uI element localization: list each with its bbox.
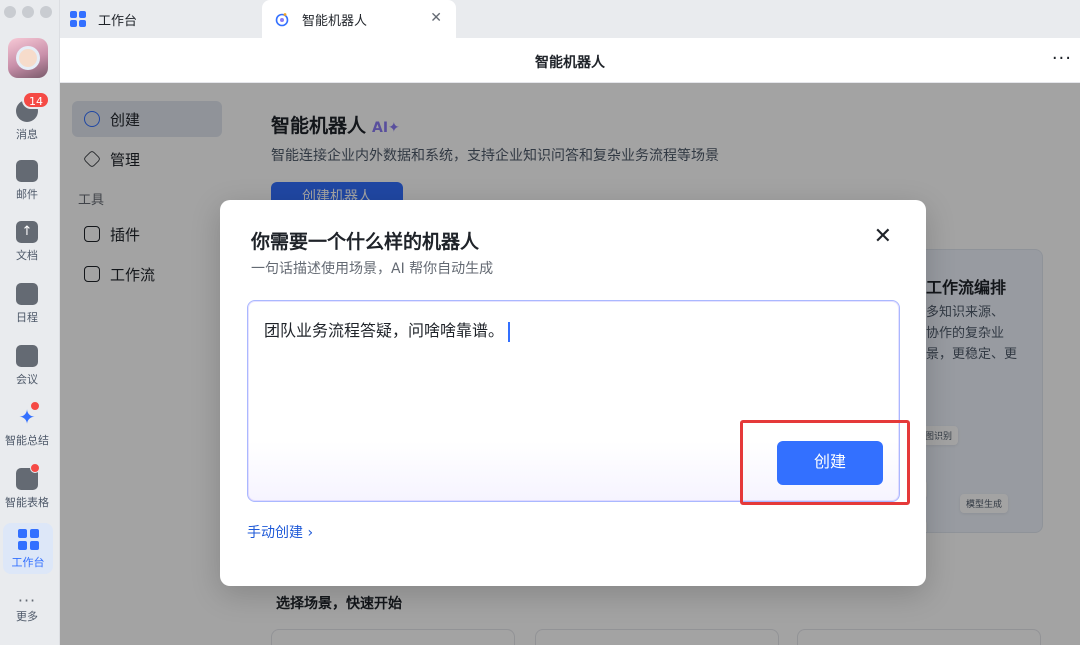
calendar-icon <box>16 283 38 305</box>
rail-item-mail[interactable]: 邮件 <box>0 160 54 202</box>
page-header: 智能机器人 ··· <box>60 38 1080 83</box>
workbench-icon <box>17 529 39 550</box>
rail-label: 智能总结 <box>5 434 49 447</box>
mail-icon <box>16 160 38 182</box>
rail-item-smart-summary[interactable]: ✦ 智能总结 <box>0 406 54 448</box>
close-icon[interactable]: ✕ <box>874 226 892 248</box>
notification-dot <box>30 401 40 411</box>
rail-item-calendar[interactable]: 日程 <box>0 283 54 325</box>
rail-item-workbench[interactable]: 工作台 <box>3 523 53 574</box>
maximize-window-dot[interactable] <box>40 6 52 18</box>
notification-dot <box>30 463 40 473</box>
dialog-title: 你需要一个什么样的机器人 <box>251 231 480 253</box>
prompt-text[interactable]: 团队业务流程答疑，问啥啥靠谱。 <box>264 317 511 342</box>
left-rail: 消息 14 邮件 ↑ 文档 日程 会议 ✦ 智能总结 智能表格 工作台 ··· … <box>0 0 60 645</box>
rail-label: 更多 <box>16 610 38 623</box>
close-tab-icon[interactable]: ✕ <box>430 10 442 26</box>
rail-label: 邮件 <box>16 188 38 201</box>
dialog-subtitle: 一句话描述使用场景，AI 帮你自动生成 <box>251 261 494 277</box>
tab-smart-robot[interactable]: 智能机器人 ✕ <box>262 0 456 38</box>
minimize-window-dot[interactable] <box>22 6 34 18</box>
workbench-icon <box>70 11 86 27</box>
rail-label: 消息 <box>16 128 38 141</box>
create-button[interactable]: 创建 <box>777 441 883 485</box>
tab-bar: 工作台 智能机器人 ✕ <box>60 0 1080 38</box>
tab-label: 智能机器人 <box>302 13 368 29</box>
rail-label: 工作台 <box>11 556 45 569</box>
tab-label: 工作台 <box>98 13 138 29</box>
window-controls <box>4 6 52 18</box>
tab-workbench[interactable]: 工作台 <box>70 0 260 38</box>
meeting-icon <box>16 345 38 367</box>
rail-item-smart-table[interactable]: 智能表格 <box>0 468 54 510</box>
rail-label: 智能表格 <box>5 496 49 509</box>
rail-label: 会议 <box>16 373 38 386</box>
rail-item-docs[interactable]: ↑ 文档 <box>0 221 54 263</box>
more-icon: ··· <box>17 591 37 610</box>
unread-badge: 14 <box>22 91 50 109</box>
close-window-dot[interactable] <box>4 6 16 18</box>
robot-icon <box>275 13 289 27</box>
text-caret <box>508 321 511 342</box>
manual-create-link[interactable]: 手动创建 › <box>247 522 313 542</box>
more-options-icon[interactable]: ··· <box>1052 48 1072 69</box>
rail-item-more[interactable]: ··· 更多 <box>0 591 54 624</box>
create-robot-dialog: 你需要一个什么样的机器人 一句话描述使用场景，AI 帮你自动生成 ✕ 团队业务流… <box>220 200 926 586</box>
rail-label: 日程 <box>16 311 38 324</box>
rail-label: 文档 <box>16 249 38 262</box>
rail-item-meetings[interactable]: 会议 <box>0 345 54 387</box>
doc-icon: ↑ <box>16 221 38 243</box>
avatar[interactable] <box>8 38 48 78</box>
page-title: 智能机器人 <box>535 55 605 71</box>
